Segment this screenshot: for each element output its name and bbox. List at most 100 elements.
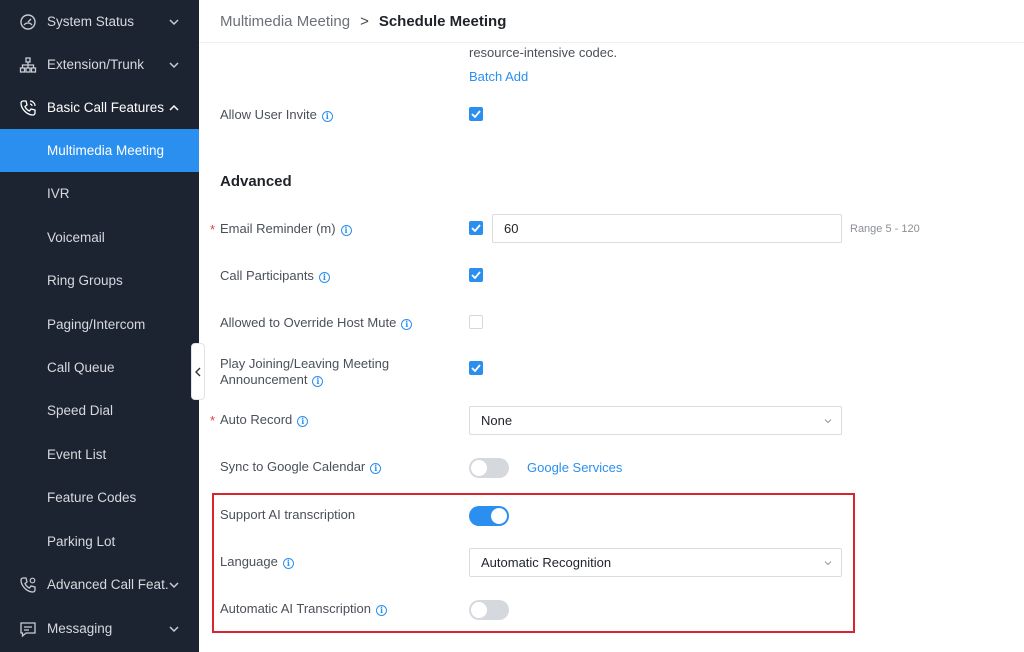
sidebar-item-event-list[interactable]: Event List — [0, 433, 199, 476]
info-icon[interactable]: i — [318, 272, 330, 283]
network-icon — [19, 56, 37, 73]
sidebar-item-label: Advanced Call Feat... — [47, 577, 169, 592]
select-value: Automatic Recognition — [481, 555, 612, 570]
info-icon[interactable]: i — [370, 463, 382, 474]
phone-icon — [20, 99, 36, 116]
sidebar-item-label: Basic Call Features — [47, 100, 165, 115]
sidebar-item-extension-trunk[interactable]: Extension/Trunk — [0, 43, 199, 86]
chevron-down-icon — [169, 18, 179, 25]
label-text: Email Reminder (m) — [220, 221, 336, 236]
header-divider — [199, 42, 1024, 43]
language-label: Language i — [220, 554, 294, 570]
sidebar-item-label: Multimedia Meeting — [47, 143, 165, 158]
breadcrumb-parent[interactable]: Multimedia Meeting — [220, 13, 350, 30]
sidebar-item-feature-codes[interactable]: Feature Codes — [0, 476, 199, 519]
sidebar-item-label: System Status — [47, 14, 135, 29]
sidebar-item-ivr[interactable]: IVR — [0, 172, 199, 215]
info-icon[interactable]: i — [282, 558, 294, 569]
sidebar-item-label: Call Queue — [47, 360, 115, 375]
select-value: None — [481, 413, 513, 428]
email-reminder-range: Range 5 - 120 — [850, 223, 920, 235]
sidebar-item-messaging[interactable]: Messaging — [0, 607, 199, 650]
label-text: Allow User Invite — [220, 107, 317, 122]
sidebar-item-label: Ring Groups — [47, 273, 123, 288]
auto-record-label: Auto Record i — [220, 412, 309, 428]
sidebar-item-call-queue[interactable]: Call Queue — [0, 346, 199, 389]
info-icon[interactable]: i — [321, 111, 333, 122]
sidebar-item-paging-intercom[interactable]: Paging/Intercom — [0, 303, 199, 346]
label-text: Sync to Google Calendar — [220, 459, 366, 474]
support-ai-toggle[interactable] — [469, 506, 509, 526]
play-announcement-checkbox[interactable] — [469, 361, 483, 375]
label-text: Call Participants — [220, 268, 314, 283]
sidebar-item-label: Messaging — [47, 621, 113, 636]
phone-settings-icon — [20, 576, 36, 593]
sidebar-item-voicemail[interactable]: Voicemail — [0, 216, 199, 259]
auto-ai-transcription-label: Automatic AI Transcription i — [220, 601, 388, 617]
email-reminder-input[interactable]: 60 — [492, 214, 842, 243]
allow-user-invite-checkbox[interactable] — [469, 107, 483, 121]
sidebar-item-advanced-call-features[interactable]: Advanced Call Feat... — [0, 563, 199, 606]
override-host-mute-label: Allowed to Override Host Mute i — [220, 315, 413, 331]
auto-ai-transcription-toggle[interactable] — [469, 600, 509, 620]
chevron-down-icon — [169, 581, 179, 588]
message-icon — [20, 621, 36, 637]
info-icon[interactable]: i — [340, 225, 352, 236]
check-icon — [471, 110, 481, 118]
override-host-mute-checkbox[interactable] — [469, 315, 483, 329]
sidebar-item-ring-groups[interactable]: Ring Groups — [0, 259, 199, 302]
codec-note: resource-intensive codec. — [469, 45, 618, 60]
email-reminder-label: Email Reminder (m) i — [220, 221, 352, 237]
label-text: Automatic AI Transcription — [220, 601, 372, 616]
label-text: Allowed to Override Host Mute — [220, 315, 397, 330]
toggle-knob — [471, 602, 487, 618]
breadcrumb-separator: > — [360, 12, 369, 30]
sidebar-item-parking-lot[interactable]: Parking Lot — [0, 520, 199, 563]
gauge-icon — [20, 13, 36, 30]
email-reminder-checkbox[interactable] — [469, 221, 483, 235]
call-participants-label: Call Participants i — [220, 268, 330, 284]
support-ai-label: Support AI transcription — [220, 507, 356, 522]
info-icon[interactable]: i — [376, 605, 388, 616]
sidebar-item-multimedia-meeting[interactable]: Multimedia Meeting — [0, 129, 199, 172]
check-icon — [471, 271, 481, 279]
call-participants-checkbox[interactable] — [469, 268, 483, 282]
allow-user-invite-label: Allow User Invite i — [220, 107, 333, 123]
toggle-knob — [491, 508, 507, 524]
label-text: Auto Record — [220, 412, 293, 427]
sidebar-item-system-status[interactable]: System Status — [0, 0, 199, 43]
label-text-line1: Play Joining/Leaving Meeting — [220, 356, 390, 371]
required-marker: * — [210, 413, 216, 428]
check-icon — [471, 224, 481, 232]
sidebar-item-label: Parking Lot — [47, 534, 116, 549]
label-text: Language — [220, 554, 278, 569]
play-announcement-label: Play Joining/Leaving Meeting Announcement… — [220, 356, 389, 388]
breadcrumb: Multimedia Meeting > Schedule Meeting — [220, 0, 506, 42]
batch-add-link[interactable]: Batch Add — [469, 69, 528, 84]
check-icon — [471, 364, 481, 372]
sidebar-item-basic-call-features[interactable]: Basic Call Features — [0, 86, 199, 129]
sidebar-item-label: Feature Codes — [47, 490, 137, 505]
required-marker: * — [210, 222, 216, 237]
advanced-section-title: Advanced — [220, 173, 292, 190]
sidebar-item-label: IVR — [47, 186, 70, 201]
sidebar-item-label: Paging/Intercom — [47, 317, 146, 332]
sidebar-item-label: Speed Dial — [47, 403, 114, 418]
page-title: Schedule Meeting — [378, 12, 507, 30]
auto-record-select[interactable]: None — [469, 406, 842, 435]
chevron-down-icon — [169, 625, 179, 632]
language-select[interactable]: Automatic Recognition — [469, 548, 842, 577]
main-content: Multimedia Meeting > Schedule Meeting re… — [199, 0, 1024, 652]
chevron-down-icon — [824, 561, 832, 566]
chevron-up-icon — [169, 104, 179, 111]
info-icon[interactable]: i — [297, 416, 309, 427]
label-text-line2: Announcement — [220, 372, 308, 387]
chevron-down-icon — [824, 419, 832, 424]
info-icon[interactable]: i — [312, 376, 324, 387]
google-services-link[interactable]: Google Services — [527, 460, 622, 475]
sidebar: System Status Extension/Trunk Basic Call… — [0, 0, 199, 652]
sidebar-item-speed-dial[interactable]: Speed Dial — [0, 389, 199, 432]
info-icon[interactable]: i — [401, 319, 413, 330]
sync-google-toggle[interactable] — [469, 458, 509, 478]
sidebar-item-label: Voicemail — [47, 230, 105, 245]
